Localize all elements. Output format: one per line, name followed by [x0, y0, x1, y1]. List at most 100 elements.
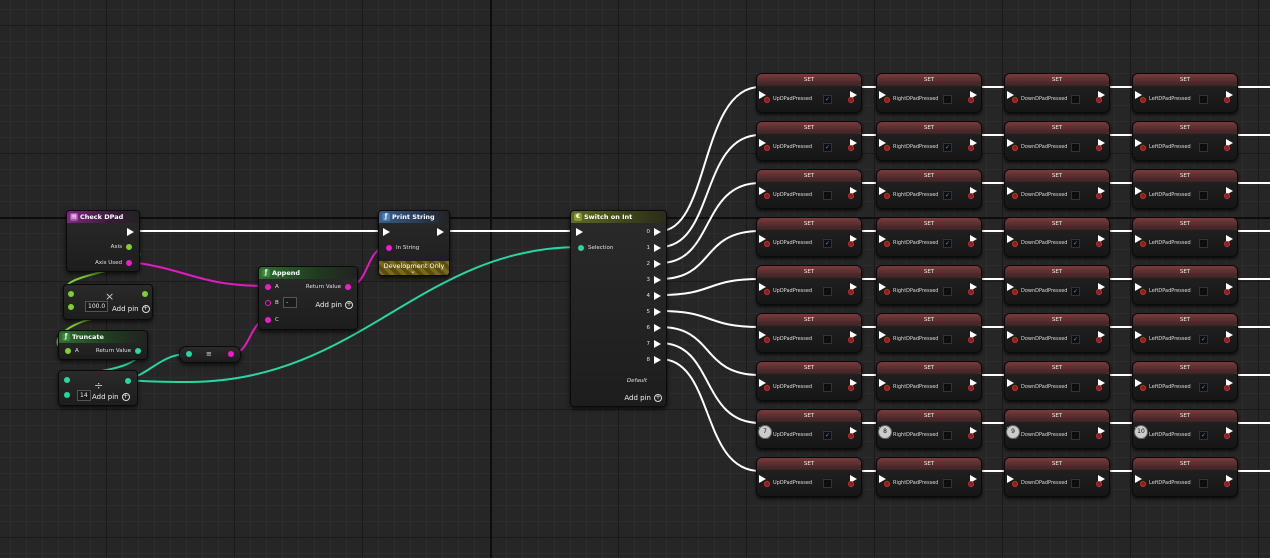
bool-out-pin[interactable] — [848, 337, 854, 343]
truncate-a-pin[interactable] — [65, 348, 71, 354]
bool-out-pin[interactable] — [1224, 385, 1230, 391]
set-node[interactable]: SET UpDPadPressed ✓ — [756, 73, 862, 113]
switch-output-exec-pin[interactable] — [654, 260, 661, 268]
set-node[interactable]: SET LeftDPadPressed ✓ — [1132, 409, 1238, 449]
set-node[interactable]: SET DownDPadPressed — [1004, 409, 1110, 449]
bool-checkbox[interactable] — [1071, 191, 1080, 200]
multiply-add-pin-button[interactable]: Add pin + — [112, 305, 150, 313]
divide-in-a-pin[interactable] — [64, 377, 70, 383]
bool-out-pin[interactable] — [1096, 433, 1102, 439]
bool-out-pin[interactable] — [1224, 337, 1230, 343]
breakpoint-badge-icon[interactable]: 7 — [758, 425, 772, 439]
bool-checkbox[interactable]: ✓ — [1199, 431, 1208, 440]
bool-checkbox[interactable]: ✓ — [823, 431, 832, 440]
bool-out-pin[interactable] — [1224, 481, 1230, 487]
switch-output-exec-pin[interactable] — [654, 244, 661, 252]
multiply-in-b-pin[interactable] — [68, 304, 74, 310]
bool-in-pin[interactable] — [764, 337, 770, 343]
append-add-pin-button[interactable]: Add pin + — [315, 301, 353, 309]
bool-out-pin[interactable] — [848, 289, 854, 295]
bool-checkbox[interactable] — [823, 287, 832, 296]
divide-add-pin-button[interactable]: Add pin + — [92, 393, 130, 401]
set-node[interactable]: SET UpDPadPressed — [756, 265, 862, 305]
bool-in-pin[interactable] — [884, 145, 890, 151]
in-string-pin[interactable] — [386, 245, 392, 251]
set-node[interactable]: SET RightDPadPressed — [876, 409, 982, 449]
set-node[interactable]: SET UpDPadPressed ✓ — [756, 409, 862, 449]
bool-in-pin[interactable] — [1012, 385, 1018, 391]
divide-out-pin[interactable] — [125, 378, 131, 384]
bool-in-pin[interactable] — [884, 385, 890, 391]
axis-pin[interactable] — [126, 244, 132, 250]
bool-checkbox[interactable] — [943, 383, 952, 392]
bool-out-pin[interactable] — [968, 385, 974, 391]
bool-in-pin[interactable] — [1012, 97, 1018, 103]
bool-out-pin[interactable] — [1224, 433, 1230, 439]
set-node[interactable]: SET LeftDPadPressed — [1132, 457, 1238, 497]
bool-checkbox[interactable] — [1071, 479, 1080, 488]
bool-checkbox[interactable] — [1071, 383, 1080, 392]
bool-checkbox[interactable] — [1199, 479, 1208, 488]
axis-used-pin[interactable] — [126, 260, 132, 266]
exec-out-pin[interactable] — [127, 228, 134, 236]
bool-in-pin[interactable] — [764, 481, 770, 487]
bool-out-pin[interactable] — [968, 433, 974, 439]
bool-checkbox[interactable]: ✓ — [823, 239, 832, 248]
append-b-pin[interactable] — [265, 300, 271, 306]
bool-checkbox[interactable]: ✓ — [1071, 287, 1080, 296]
set-node[interactable]: SET UpDPadPressed — [756, 457, 862, 497]
divide-in-b-pin[interactable] — [64, 392, 70, 398]
bool-in-pin[interactable] — [1012, 337, 1018, 343]
convert-out-pin[interactable] — [228, 351, 234, 357]
breakpoint-badge-icon[interactable]: 9 — [1006, 425, 1020, 439]
bool-in-pin[interactable] — [764, 145, 770, 151]
exec-out-pin[interactable] — [437, 228, 444, 236]
bool-checkbox[interactable]: ✓ — [1199, 383, 1208, 392]
bool-in-pin[interactable] — [764, 241, 770, 247]
bool-out-pin[interactable] — [848, 481, 854, 487]
set-node[interactable]: SET DownDPadPressed ✓ — [1004, 313, 1110, 353]
set-node[interactable]: SET LeftDPadPressed — [1132, 217, 1238, 257]
exec-in-pin[interactable] — [383, 228, 390, 236]
set-node[interactable]: SET RightDPadPressed ✓ — [876, 217, 982, 257]
bool-checkbox[interactable]: ✓ — [1071, 335, 1080, 344]
bool-checkbox[interactable] — [823, 191, 832, 200]
switch-output-exec-pin[interactable] — [654, 292, 661, 300]
bool-out-pin[interactable] — [968, 481, 974, 487]
bool-in-pin[interactable] — [1012, 241, 1018, 247]
bool-in-pin[interactable] — [1140, 241, 1146, 247]
bool-in-pin[interactable] — [1140, 145, 1146, 151]
bool-in-pin[interactable] — [1012, 481, 1018, 487]
bool-checkbox[interactable] — [823, 335, 832, 344]
set-node[interactable]: SET LeftDPadPressed — [1132, 73, 1238, 113]
set-node[interactable]: SET DownDPadPressed — [1004, 457, 1110, 497]
int-to-string-node[interactable]: ≡ — [179, 346, 241, 363]
bool-out-pin[interactable] — [848, 193, 854, 199]
bool-checkbox[interactable]: ✓ — [943, 191, 952, 200]
breakpoint-badge-icon[interactable]: 8 — [878, 425, 892, 439]
bool-out-pin[interactable] — [848, 241, 854, 247]
expand-chevron-icon[interactable]: ⌄ — [410, 267, 416, 275]
set-node[interactable]: SET DownDPadPressed ✓ — [1004, 265, 1110, 305]
bool-checkbox[interactable] — [1071, 95, 1080, 104]
set-node[interactable]: SET RightDPadPressed — [876, 361, 982, 401]
set-node[interactable]: SET LeftDPadPressed ✓ — [1132, 313, 1238, 353]
bool-out-pin[interactable] — [1096, 241, 1102, 247]
bool-checkbox[interactable] — [823, 479, 832, 488]
bool-out-pin[interactable] — [1224, 193, 1230, 199]
bool-out-pin[interactable] — [848, 97, 854, 103]
bool-in-pin[interactable] — [1140, 385, 1146, 391]
bool-in-pin[interactable] — [1012, 289, 1018, 295]
append-c-pin[interactable] — [265, 317, 271, 323]
check-dpad-node[interactable]: ▤ Check DPad Axis Axis Used — [66, 210, 140, 272]
bool-checkbox[interactable] — [943, 431, 952, 440]
set-node[interactable]: SET DownDPadPressed — [1004, 73, 1110, 113]
bool-out-pin[interactable] — [1096, 289, 1102, 295]
bool-checkbox[interactable] — [1199, 95, 1208, 104]
bool-in-pin[interactable] — [1012, 145, 1018, 151]
multiply-in-a-pin[interactable] — [68, 291, 74, 297]
bool-in-pin[interactable] — [764, 385, 770, 391]
set-node[interactable]: SET UpDPadPressed — [756, 361, 862, 401]
bool-out-pin[interactable] — [1096, 97, 1102, 103]
bool-in-pin[interactable] — [884, 241, 890, 247]
